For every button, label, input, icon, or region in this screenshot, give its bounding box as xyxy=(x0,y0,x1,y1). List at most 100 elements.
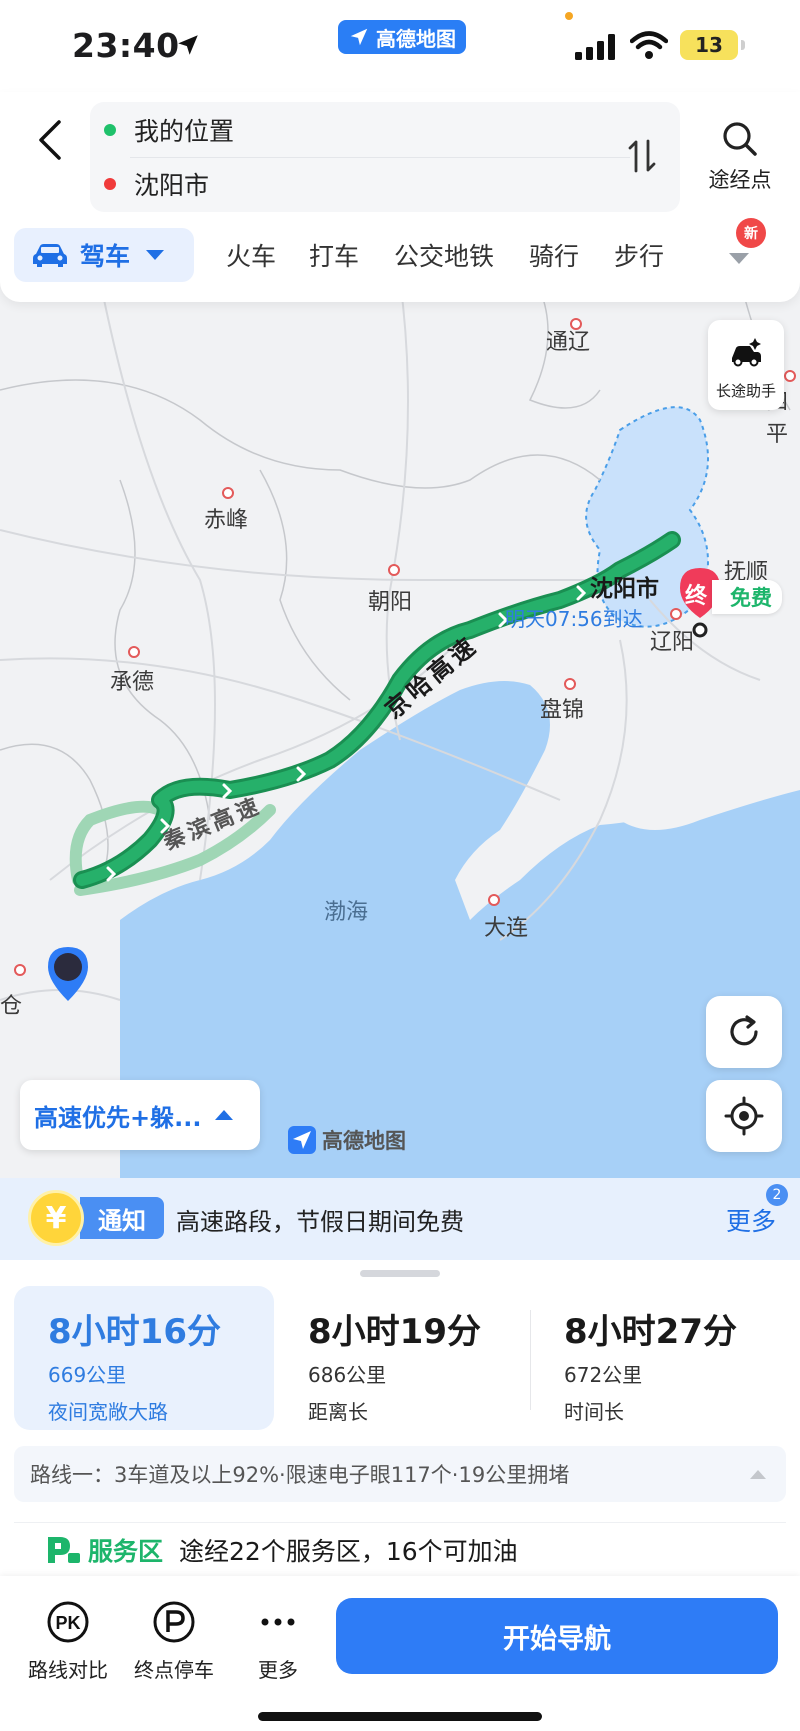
start-label: 我的位置 xyxy=(134,117,235,146)
long-trip-assistant-button[interactable]: 长途助手 xyxy=(708,320,784,410)
swap-icon xyxy=(628,139,656,173)
destination-field[interactable]: 沈阳市 xyxy=(104,158,209,210)
destination-parking-button[interactable]: 终点停车 xyxy=(124,1600,224,1683)
city-label: 赤峰 xyxy=(204,508,249,533)
more-button[interactable]: 更多 xyxy=(228,1600,328,1683)
notice-more-link[interactable]: 更多 xyxy=(726,1202,776,1238)
swap-button[interactable] xyxy=(622,132,662,180)
waypoint-label: 途经点 xyxy=(708,168,772,192)
notice-count-badge: 2 xyxy=(766,1184,788,1206)
route-sheet: 8小时16分 669公里 夜间宽敞大路 8小时19分 686公里 距离长 8小时… xyxy=(0,1260,800,1731)
refresh-icon xyxy=(730,1015,758,1046)
amap-logo-icon xyxy=(288,1126,316,1154)
chevron-left-icon xyxy=(39,120,61,160)
caret-up-icon xyxy=(215,1110,234,1120)
arrival-time: 明天07:56到达 xyxy=(505,607,643,631)
amap-logo-icon xyxy=(350,28,368,46)
map-view[interactable]: 通辽 赤峰 朝阳 承德 辽阳 盘锦 大连 抚顺 四平 仓 渤海 京哈高速 秦滨高… xyxy=(0,280,800,1180)
city-label: 朝阳 xyxy=(368,590,413,615)
start-dot-icon xyxy=(104,124,116,136)
map-base xyxy=(0,280,800,1180)
pk-icon-text: PK xyxy=(55,1613,80,1633)
locate-icon xyxy=(724,1096,764,1136)
tab-bike[interactable]: 骑行 xyxy=(529,228,579,282)
sheet-handle[interactable] xyxy=(360,1270,440,1277)
route-option-3[interactable]: 8小时27分 672公里 时间长 xyxy=(528,1286,788,1430)
tab-taxi[interactable]: 打车 xyxy=(309,228,359,282)
route-duration: 8小时19分 xyxy=(308,1312,481,1352)
map-logo-text: 高德地图 xyxy=(322,1129,406,1153)
city-label: 通辽 xyxy=(546,330,591,355)
home-indicator[interactable] xyxy=(258,1712,542,1721)
route-distance: 686公里 xyxy=(308,1363,387,1387)
long-trip-label: 长途助手 xyxy=(715,382,776,400)
tab-drive-label: 驾车 xyxy=(80,242,131,271)
notice-text: 高速路段，节假日期间免费 xyxy=(176,1208,464,1236)
battery-tip xyxy=(741,40,745,50)
route-distance: 669公里 xyxy=(48,1363,127,1387)
status-bar: 23:40 高德地图 13 xyxy=(0,0,800,92)
notice-tag: 通知 xyxy=(80,1197,164,1239)
destination-label: 沈阳市 xyxy=(134,171,210,200)
privacy-indicator xyxy=(565,12,573,20)
more-label: 更多 xyxy=(258,1658,298,1682)
sea-label: 渤海 xyxy=(324,900,369,925)
app-badge[interactable]: 高德地图 xyxy=(338,20,466,54)
city-label: 仓 xyxy=(0,994,23,1019)
city-label: 大连 xyxy=(484,916,529,941)
route-card: 我的位置 沈阳市 xyxy=(90,102,680,212)
end-marker-text: 终 xyxy=(685,584,708,609)
bottom-action-bar: PK 路线对比 终点停车 更多 开始导航 xyxy=(0,1576,800,1731)
route-tag: 距离长 xyxy=(308,1400,368,1424)
free-tag: 免费 xyxy=(712,580,782,614)
start-navigation-button[interactable]: 开始导航 xyxy=(336,1598,778,1674)
app-badge-label: 高德地图 xyxy=(376,26,456,51)
location-arrow-icon xyxy=(178,35,198,55)
car-icon xyxy=(33,244,67,267)
destination-parking-label: 终点停车 xyxy=(134,1658,214,1682)
route-compare-button[interactable]: PK 路线对比 xyxy=(18,1600,118,1683)
notice-bar[interactable]: 通知 ¥ 高速路段，节假日期间免费 更多 2 xyxy=(0,1178,800,1262)
route-preference-button[interactable]: 高速优先+躲... xyxy=(20,1080,260,1150)
route-header: 我的位置 沈阳市 途经点 驾车 火车 打车 公交地铁 骑行 步行 新 xyxy=(0,92,800,302)
tab-transit[interactable]: 公交地铁 xyxy=(394,228,494,282)
map-watermark: 高德地图 xyxy=(288,1125,406,1155)
route-tag: 夜间宽敞大路 xyxy=(48,1400,168,1424)
city-label: 盘锦 xyxy=(540,698,585,723)
service-area-row[interactable]: 服务区 途经22个服务区，16个可加油 xyxy=(14,1522,786,1577)
route-compare-label: 路线对比 xyxy=(28,1658,108,1682)
service-area-label: 服务区 xyxy=(88,1537,164,1566)
new-badge: 新 xyxy=(736,218,766,248)
caret-up-icon xyxy=(750,1470,766,1479)
more-icon xyxy=(261,1618,295,1626)
route-preference-label: 高速优先+躲... xyxy=(34,1103,202,1132)
refresh-button[interactable] xyxy=(706,996,782,1068)
caret-down-icon xyxy=(146,250,165,260)
route-option-2[interactable]: 8小时19分 686公里 距离长 xyxy=(274,1286,534,1430)
waypoint-button[interactable]: 途经点 xyxy=(700,120,780,194)
route-option-1[interactable]: 8小时16分 669公里 夜间宽敞大路 xyxy=(14,1286,274,1430)
locate-button[interactable] xyxy=(706,1080,782,1152)
signal-icon xyxy=(575,34,615,60)
tab-walk[interactable]: 步行 xyxy=(614,228,664,282)
tab-drive[interactable]: 驾车 xyxy=(14,228,194,282)
battery-icon: 13 xyxy=(680,30,738,60)
route-duration: 8小时27分 xyxy=(564,1312,737,1352)
route-detail-bar[interactable]: 路线一：3车道及以上92%·限速电子眼117个·19公里拥堵 xyxy=(14,1446,786,1502)
back-button[interactable] xyxy=(22,110,78,170)
tab-train[interactable]: 火车 xyxy=(226,228,276,282)
wifi-icon xyxy=(630,31,668,59)
transport-modes: 驾车 火车 打车 公交地铁 骑行 步行 新 xyxy=(14,218,794,284)
service-area-text: 途经22个服务区，16个可加油 xyxy=(179,1537,518,1566)
city-label: 承德 xyxy=(110,670,155,695)
coin-icon: ¥ xyxy=(28,1190,84,1246)
destination-map-label: 沈阳市 xyxy=(590,576,659,602)
status-time: 23:40 xyxy=(72,26,180,65)
start-field[interactable]: 我的位置 xyxy=(104,104,234,156)
route-duration: 8小时16分 xyxy=(48,1312,221,1352)
route-tag: 时间长 xyxy=(564,1400,624,1424)
destination-dot-icon xyxy=(104,178,116,190)
route-distance: 672公里 xyxy=(564,1363,643,1387)
route-detail-text: 路线一：3车道及以上92%·限速电子眼117个·19公里拥堵 xyxy=(30,1463,570,1487)
start-pin-icon xyxy=(48,947,88,1001)
